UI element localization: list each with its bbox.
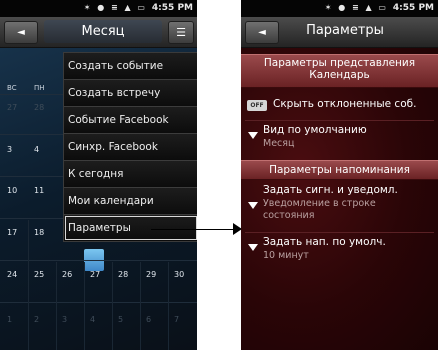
status-time: 4:55 PM: [151, 3, 193, 13]
default-reminder-value: 10 минут: [263, 250, 309, 261]
section-header-line1: Параметры представления: [263, 57, 416, 69]
day-cell[interactable]: 1: [7, 315, 12, 324]
settings-screen: ✶ ● ≡ ▲ ▭ 4:55 PM ◄ Параметры Параметры …: [241, 0, 438, 350]
status-bar: ✶ ● ≡ ▲ ▭ 4:55 PM: [241, 0, 438, 17]
status-icons: ✶ ● ≡ ▲ ▭: [324, 3, 388, 12]
day-cell[interactable]: 6: [146, 315, 151, 324]
back-button[interactable]: ◄: [4, 21, 38, 44]
day-cell[interactable]: 2: [34, 315, 39, 324]
day-cell[interactable]: 5: [118, 315, 123, 324]
day-cell[interactable]: 18: [34, 228, 44, 237]
day-cell[interactable]: 28: [118, 270, 128, 279]
day-cell[interactable]: 26: [62, 270, 72, 279]
alert-setting-value-line2: состояния: [263, 210, 315, 221]
menu-icon[interactable]: ☰: [168, 21, 194, 44]
day-cell[interactable]: 3: [7, 145, 12, 154]
status-bar: ✶ ● ≡ ▲ ▭ 4:55 PM: [0, 0, 197, 17]
day-cell[interactable]: 27: [90, 270, 100, 279]
day-cell[interactable]: 3: [62, 315, 67, 324]
hide-declined-row[interactable]: OFF Скрыть отклоненные соб.: [241, 98, 438, 118]
status-icons: ✶ ● ≡ ▲ ▭: [83, 3, 147, 12]
day-cell[interactable]: 25: [34, 270, 44, 279]
back-button[interactable]: ◄: [245, 21, 279, 44]
menu-item-create-event[interactable]: Создать событие: [64, 53, 197, 80]
callout-arrow-line: [151, 229, 236, 230]
menu-item-settings[interactable]: Параметры: [64, 215, 197, 241]
menu-item-my-calendars[interactable]: Мои календари: [64, 188, 197, 215]
default-reminder-label: Задать нап. по умолч.: [263, 236, 386, 248]
hide-declined-label: Скрыть отклоненные соб.: [273, 98, 417, 110]
calendar-screen: ✶ ● ≡ ▲ ▭ 4:55 PM ◄ Месяц ☰ ВС ПН 27 28 …: [0, 0, 197, 350]
title-bar: ◄ Месяц ☰: [0, 17, 197, 48]
menu-item-create-meeting[interactable]: Создать встречу: [64, 80, 197, 107]
section-header-display: Параметры представления Календарь: [241, 54, 438, 88]
menu-item-today[interactable]: К сегодня: [64, 161, 197, 188]
month-view-title[interactable]: Месяц: [44, 20, 162, 43]
status-time: 4:55 PM: [392, 3, 434, 13]
options-menu: Создать событие Создать встречу Событие …: [63, 52, 197, 242]
day-cell[interactable]: 10: [7, 186, 17, 195]
day-cell[interactable]: 4: [90, 315, 95, 324]
hide-declined-toggle[interactable]: OFF: [247, 100, 267, 111]
default-view-row[interactable]: Вид по умолчанию Месяц: [241, 124, 438, 158]
chevron-down-icon: [248, 244, 258, 251]
settings-list: Параметры представления Календарь OFF Ск…: [241, 48, 438, 350]
day-cell[interactable]: 17: [7, 228, 17, 237]
section-header-reminders: Параметры напоминания: [241, 160, 438, 180]
weekday-sun: ВС: [7, 84, 17, 92]
chevron-down-icon: [248, 132, 258, 139]
weekday-mon: ПН: [34, 84, 45, 92]
day-cell[interactable]: 28: [34, 103, 44, 112]
day-cell[interactable]: 27: [7, 103, 17, 112]
menu-item-sync-facebook[interactable]: Синхр. Facebook: [64, 134, 197, 161]
alert-setting-value: Уведомление в строке: [263, 198, 376, 209]
day-cell[interactable]: 4: [34, 145, 39, 154]
section-header-line2: Календарь: [309, 69, 370, 81]
day-cell[interactable]: 11: [34, 186, 44, 195]
menu-item-facebook-event[interactable]: Событие Facebook: [64, 107, 197, 134]
title-bar: ◄ Параметры: [241, 17, 438, 48]
default-view-label: Вид по умолчанию: [263, 124, 367, 136]
alert-setting-label: Задать сигн. и уведомл.: [263, 184, 398, 196]
day-cell[interactable]: 24: [7, 270, 17, 279]
day-cell[interactable]: 29: [146, 270, 156, 279]
chevron-down-icon: [248, 202, 258, 209]
day-cell[interactable]: 7: [174, 315, 179, 324]
day-cell[interactable]: 30: [174, 270, 184, 279]
default-view-value: Месяц: [263, 138, 295, 149]
default-reminder-row[interactable]: Задать нап. по умолч. 10 минут: [241, 236, 438, 266]
alert-setting-row[interactable]: Задать сигн. и уведомл. Уведомление в ст…: [241, 184, 438, 230]
page-title: Параметры: [306, 23, 384, 38]
